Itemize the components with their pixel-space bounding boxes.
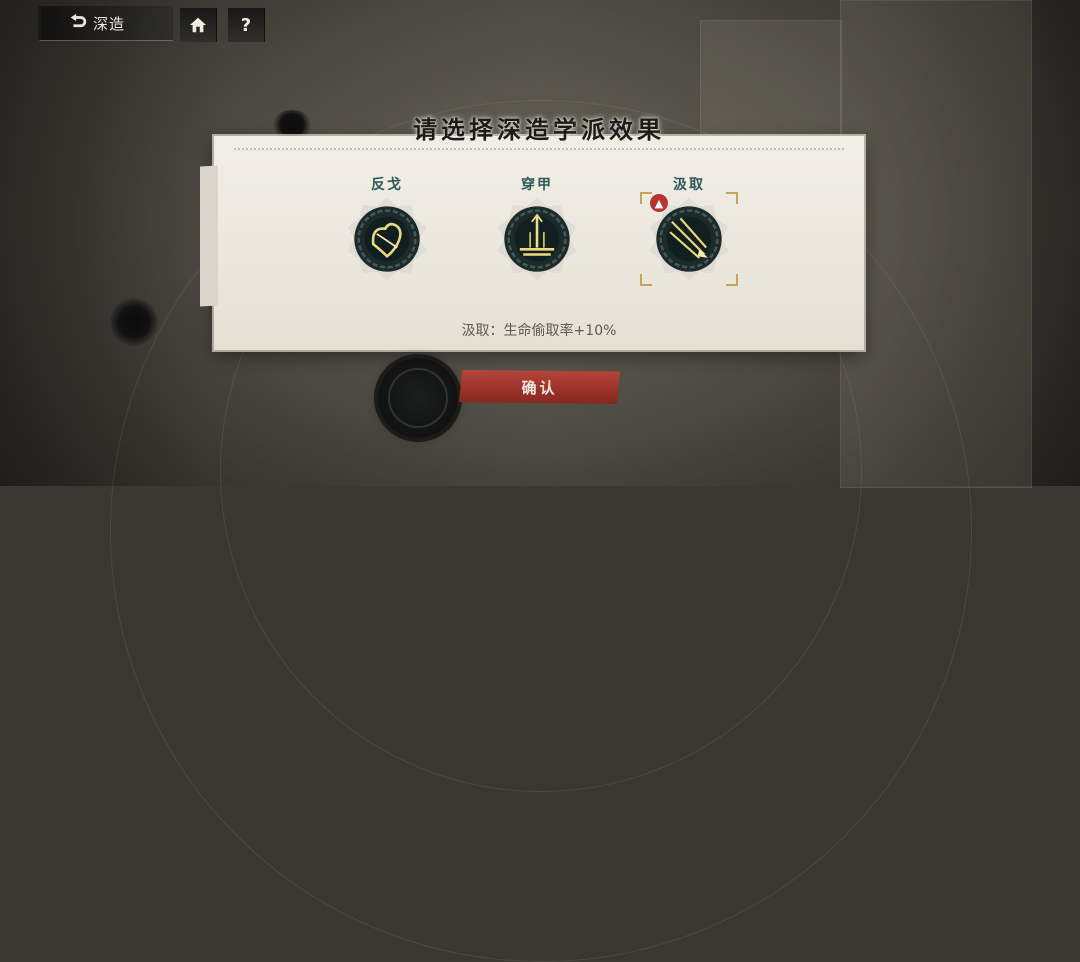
option-armor-pierce[interactable]: 穿甲 [482, 176, 592, 286]
option-label: 反戈 [371, 177, 403, 193]
help-button[interactable]: ? [228, 8, 265, 42]
option-counter-strike[interactable]: 反戈 [332, 176, 442, 286]
school-effect-panel: 请选择深造学派效果 反戈 穿甲 汲取 ▲ 汲取：生命偷取率+10% [200, 115, 864, 350]
selected-emblem-slot [378, 358, 458, 438]
divider [234, 148, 844, 150]
panel-edge [200, 165, 218, 307]
home-icon [189, 17, 207, 33]
thumbs-up-icon: ▲ [650, 194, 668, 212]
effect-description: 汲取：生命偷取率+10% [461, 323, 617, 339]
back-button[interactable]: 深造 [38, 6, 173, 41]
armor-pierce-emblem-icon [497, 197, 577, 281]
home-button[interactable] [180, 8, 217, 42]
option-label: 汲取 [673, 177, 705, 193]
option-label: 穿甲 [521, 177, 553, 193]
panel-title: 请选择深造学派效果 [413, 115, 665, 144]
back-arrow-icon [70, 13, 87, 28]
background-paper [840, 0, 1032, 488]
selection-frame-corner [726, 274, 738, 286]
selection-frame-corner [726, 192, 738, 204]
ink-dot [110, 298, 158, 346]
counter-strike-emblem-icon [347, 197, 427, 281]
confirm-button[interactable]: 确认 [459, 370, 620, 404]
page-title: 深造 [93, 14, 126, 33]
option-lifesteal[interactable]: 汲取 ▲ [634, 176, 744, 286]
selection-frame-corner [640, 274, 652, 286]
help-icon: ? [240, 14, 252, 36]
emblem [344, 196, 430, 282]
emblem [494, 196, 580, 282]
